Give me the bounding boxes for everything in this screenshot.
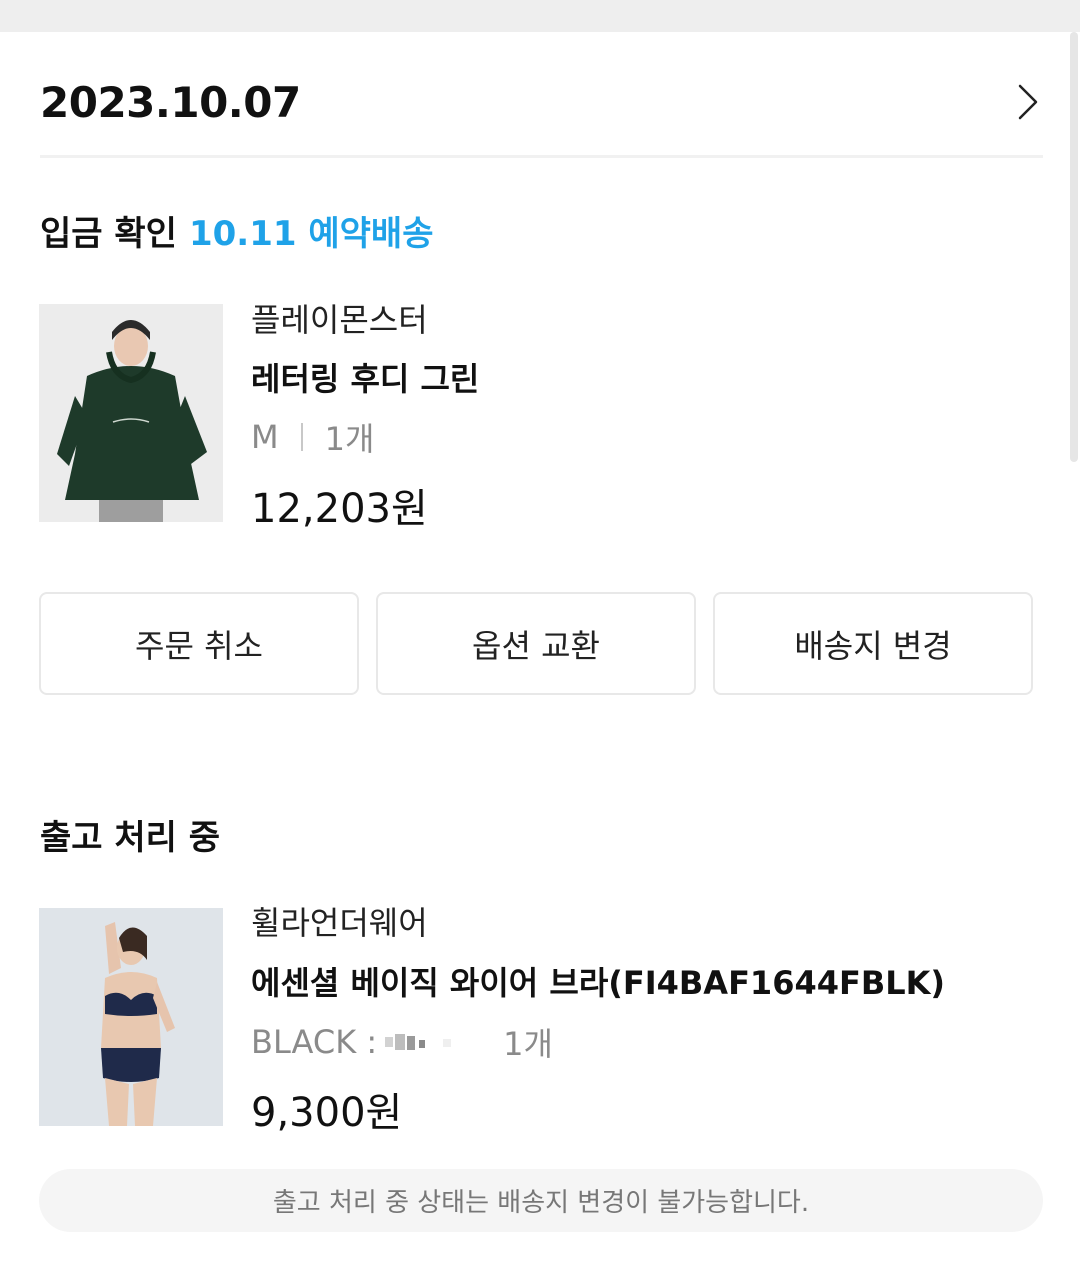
header-divider <box>40 155 1043 158</box>
product-quantity: 1개 <box>324 420 375 458</box>
chevron-right-icon[interactable] <box>1008 82 1048 122</box>
redacted-size-blur <box>385 1034 452 1050</box>
product-color: BLACK : <box>251 1023 378 1061</box>
product-brand: 플레이몬스터 <box>251 301 428 339</box>
status-title-payment-confirmed: 입금 확인 10.11 예약배송 <box>40 206 433 255</box>
product-size: M <box>251 418 279 456</box>
product-thumbnail-bra[interactable] <box>39 908 223 1126</box>
option-separator <box>300 423 303 451</box>
delivery-note: 10.11 예약배송 <box>188 214 434 254</box>
order-date: 2023.10.07 <box>40 78 301 127</box>
cancel-order-button[interactable]: 주문 취소 <box>39 592 359 695</box>
top-separator-band <box>0 0 1080 32</box>
change-address-button[interactable]: 배송지 변경 <box>713 592 1033 695</box>
product-price: 9,300원 <box>251 1090 403 1136</box>
product-name[interactable]: 레터링 후디 그린 <box>251 354 479 400</box>
status-title-shipping-processing: 출고 처리 중 <box>40 818 221 858</box>
exchange-option-button[interactable]: 옵션 교환 <box>376 592 696 695</box>
product-thumbnail-hoodie[interactable] <box>39 304 223 522</box>
status-label: 입금 확인 <box>40 214 177 254</box>
product-quantity: 1개 <box>503 1025 553 1063</box>
product-options: BLACK : 1개 <box>251 1019 553 1065</box>
product-options: M 1개 <box>251 414 374 460</box>
product-name[interactable]: 에센셜 베이직 와이어 브라(FI4BAF1644FBLK) <box>251 958 945 1004</box>
product-brand: 휠라언더웨어 <box>251 904 428 942</box>
address-change-notice: 출고 처리 중 상태는 배송지 변경이 불가능합니다. <box>39 1169 1043 1232</box>
product-price: 12,203원 <box>251 486 428 532</box>
scrollbar[interactable] <box>1070 32 1078 462</box>
